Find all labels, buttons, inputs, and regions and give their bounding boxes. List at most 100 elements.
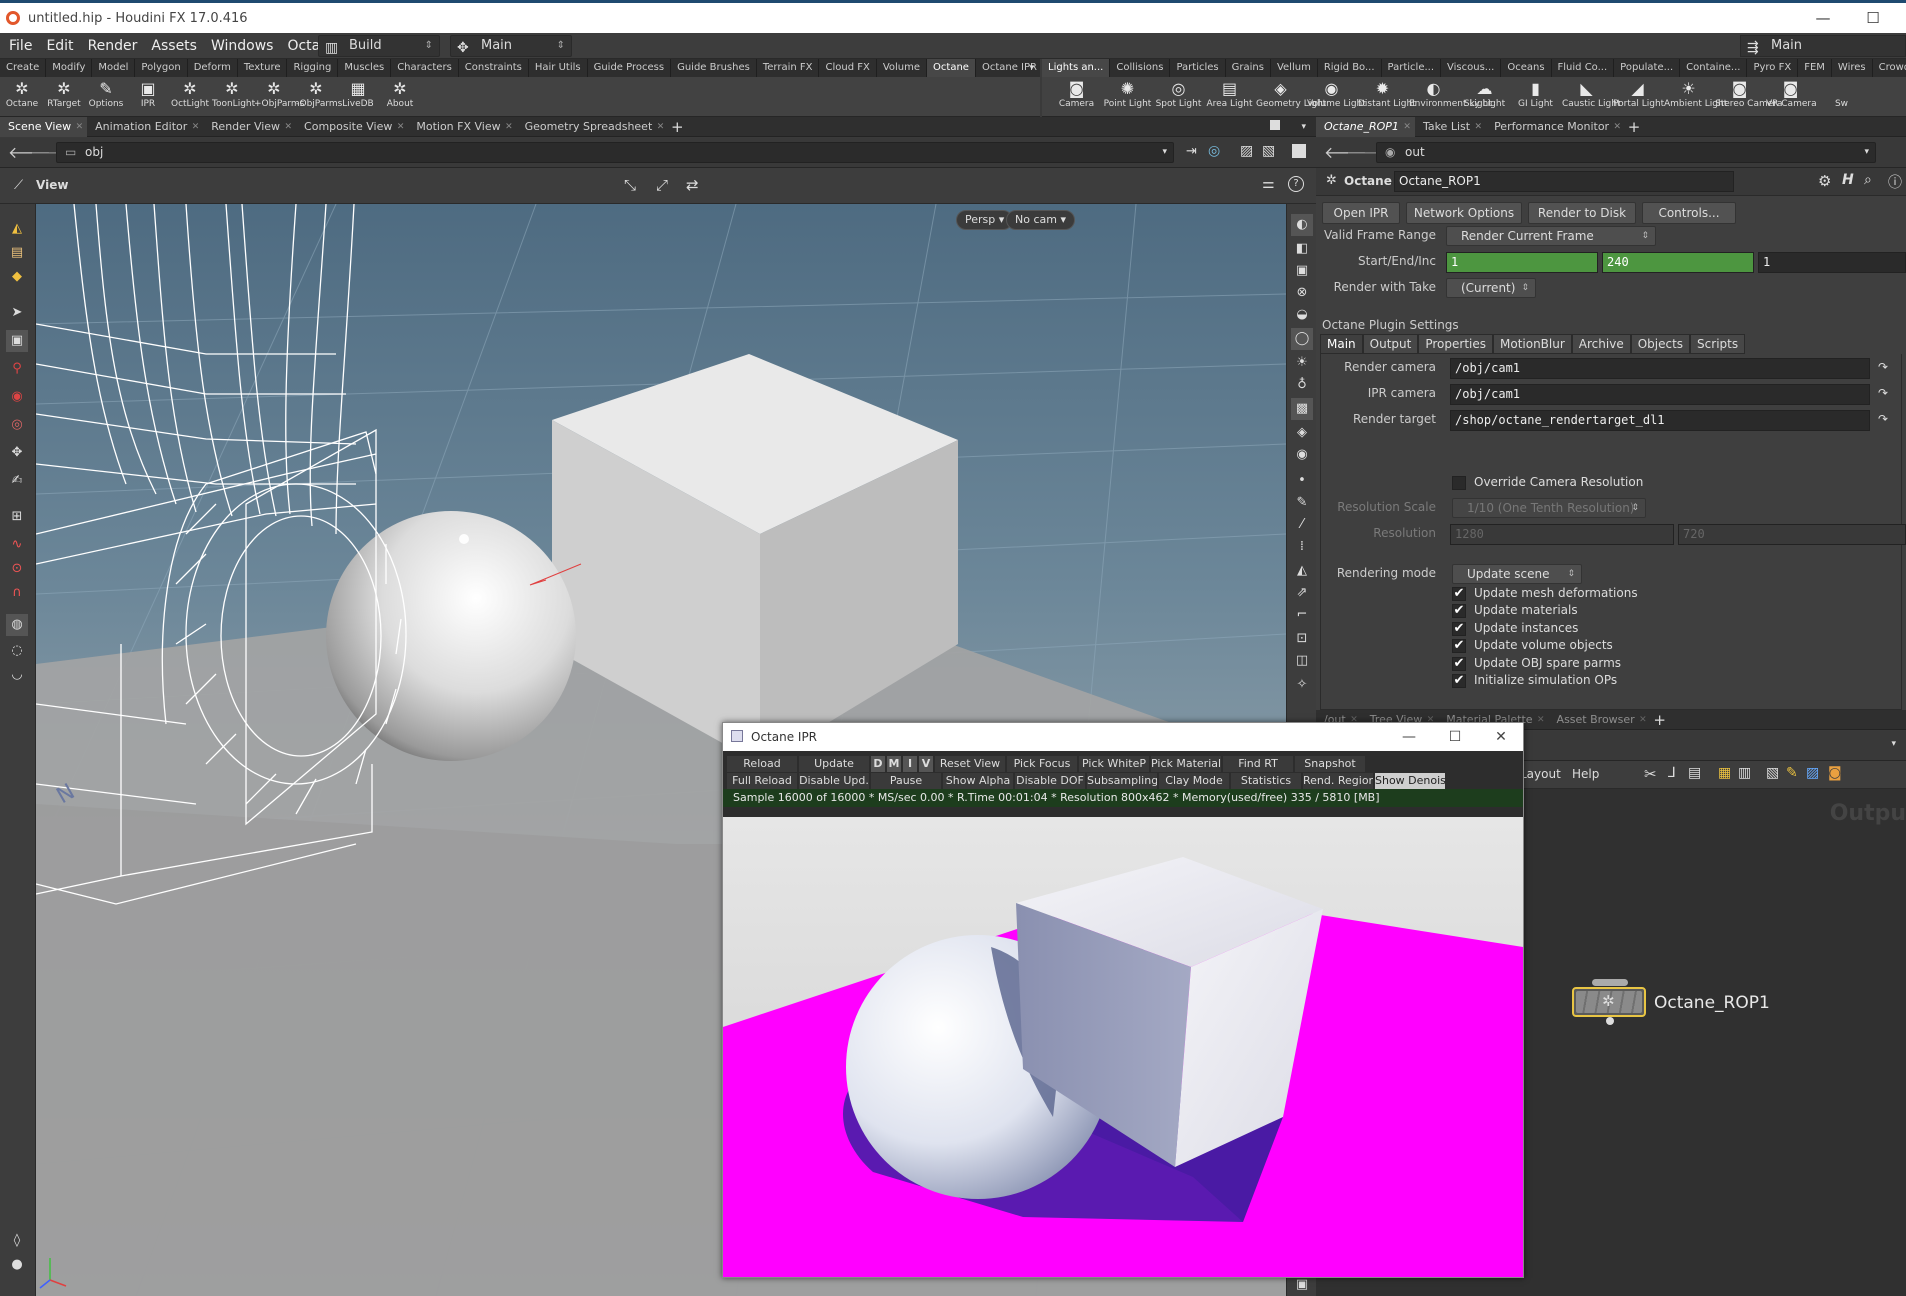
shelf-tool-toonlight[interactable]: ✲ ToonLight: [212, 77, 255, 117]
shelf-tab-lights-an[interactable]: Lights an...: [1042, 59, 1111, 77]
shelf-tool-portal-light[interactable]: ◢ Portal Light: [1613, 77, 1664, 117]
shelf-tab-terrain-fx[interactable]: Terrain FX: [757, 59, 820, 77]
node-chooser-icon[interactable]: ↷: [1878, 386, 1888, 400]
vector-icon[interactable]: ⇗: [1291, 582, 1313, 604]
camera-view-icon[interactable]: ◌: [6, 640, 28, 662]
screen-icon[interactable]: ◫: [1291, 650, 1313, 672]
close-tab-icon[interactable]: ✕: [1639, 710, 1647, 730]
rotate-tool-icon[interactable]: ◎: [6, 414, 28, 436]
checkbox-update-volume-objects[interactable]: ✔: [1452, 639, 1466, 654]
display-point-icon[interactable]: ◈: [1291, 422, 1313, 444]
close-tab-icon[interactable]: ✕: [192, 117, 200, 137]
view-tool-icon[interactable]: ⟋: [14, 178, 23, 193]
ipr-pick-material-button[interactable]: Pick Material: [1151, 756, 1221, 772]
tools-icon[interactable]: ✂: [1644, 765, 1657, 783]
ipr-disable-dof-button[interactable]: Disable DOF: [1015, 773, 1085, 789]
shelf-tab-deform[interactable]: Deform: [188, 59, 238, 77]
lock-camera-icon[interactable]: ▣: [1291, 260, 1313, 282]
minimize-icon[interactable]: —: [1808, 7, 1838, 29]
network-tab-asset-browser[interactable]: Asset Browser ✕: [1549, 710, 1651, 730]
shelf-tab-characters[interactable]: Characters: [391, 59, 459, 77]
pen-icon[interactable]: ✎: [1291, 492, 1313, 514]
ipr-reload-button[interactable]: Reload: [727, 756, 797, 772]
ipr-full-reload-button[interactable]: Full Reload: [727, 773, 797, 789]
menu-windows[interactable]: Windows: [204, 38, 281, 54]
path-dropdown-icon[interactable]: ▾: [1891, 739, 1896, 749]
checkbox-update-materials[interactable]: ✔: [1452, 604, 1466, 619]
subtab-output[interactable]: Output: [1362, 334, 1419, 354]
ipr-reset-view-button[interactable]: Reset View: [935, 756, 1005, 772]
shelf-tab-grains[interactable]: Grains: [1226, 59, 1271, 77]
shelf-tool-options[interactable]: ✎ Options: [86, 77, 126, 117]
shelf-tab-containe[interactable]: Containe...: [1680, 59, 1748, 77]
ipr-update-button[interactable]: Update: [799, 756, 869, 772]
param-tab-take-list[interactable]: Take List ✕: [1415, 117, 1486, 137]
ipr-minimize-icon[interactable]: —: [1389, 723, 1429, 751]
ipr-subsampling-button[interactable]: Subsampling: [1087, 773, 1157, 789]
add-network-tab-icon[interactable]: +: [1651, 710, 1669, 730]
select-icon[interactable]: ◭: [6, 218, 28, 240]
shelf-tool-objparms[interactable]: ✲ -ObjParms: [296, 77, 342, 117]
subtab-archive[interactable]: Archive: [1571, 334, 1631, 354]
view-options-icon[interactable]: ▧: [1262, 143, 1275, 159]
shelf-tab-guide-brushes[interactable]: Guide Brushes: [671, 59, 757, 77]
pane-tab-render-view[interactable]: Render View ✕: [203, 117, 296, 137]
start-frame-field[interactable]: 1: [1446, 252, 1598, 273]
lighting-icon[interactable]: ◯: [1291, 328, 1313, 350]
bowl-icon[interactable]: ◡: [6, 664, 28, 686]
help-icon[interactable]: ?: [1288, 176, 1304, 192]
shelf-tab-rigging[interactable]: Rigging: [287, 59, 339, 77]
magnet-icon[interactable]: ∩: [6, 582, 28, 604]
shelf-tab-vellum[interactable]: Vellum: [1271, 59, 1318, 77]
shadow-icon[interactable]: ▩: [1291, 398, 1313, 420]
shelf-tab-pyro-fx[interactable]: Pyro FX: [1747, 59, 1799, 77]
controls-button[interactable]: Controls...: [1642, 202, 1736, 224]
ipr-disable-upd-button[interactable]: Disable Upd.: [799, 773, 869, 789]
move-tool-icon[interactable]: ◉: [6, 386, 28, 408]
render-camera-field[interactable]: /obj/cam1: [1450, 358, 1870, 379]
checkbox-update-obj-spare-parms[interactable]: ✔: [1452, 656, 1466, 671]
subtab-objects[interactable]: Objects: [1630, 334, 1691, 354]
path-dropdown-icon[interactable]: ▾: [1864, 143, 1869, 162]
shading-icon[interactable]: ◒: [1291, 304, 1313, 326]
viewport-path-field[interactable]: ▭ obj ▾: [56, 142, 1174, 163]
persp-menu-button[interactable]: Persp ▾: [956, 210, 1014, 230]
help-h-icon[interactable]: H: [1842, 172, 1854, 188]
ipr-d-button[interactable]: D: [871, 756, 885, 772]
ipr-m-button[interactable]: M: [887, 756, 901, 772]
headlight-icon[interactable]: ☀: [1291, 352, 1313, 374]
shelf-tool-ambient-light[interactable]: ☀ Ambient Light: [1664, 77, 1727, 117]
render-target-field[interactable]: /shop/octane_rendertarget_dl1: [1450, 410, 1870, 431]
shelf-tool-geometry-light[interactable]: ◈ Geometry Light: [1256, 77, 1326, 117]
menu-assets[interactable]: Assets: [144, 38, 204, 54]
close-tab-icon[interactable]: ✕: [1403, 117, 1411, 137]
world-space-icon[interactable]: ◍: [6, 614, 28, 636]
shelf-tool-volume-light[interactable]: ◉ Volume Light: [1307, 77, 1366, 117]
desktop-right-selector[interactable]: ✥ Main ⇕: [450, 35, 572, 57]
link-icon[interactable]: ◎: [1208, 143, 1220, 159]
close-tab-icon[interactable]: ✕: [397, 117, 405, 137]
shelf-tool-vr-camera[interactable]: ◙ VR Camera: [1766, 77, 1817, 117]
shelf-menu-icon[interactable]: ▾: [1029, 59, 1034, 77]
snap-point-icon[interactable]: ⊙: [6, 558, 28, 580]
node-name-field[interactable]: Octane_ROP1: [1394, 171, 1734, 192]
shelf-tab-particle[interactable]: Particle...: [1382, 59, 1442, 77]
dot-icon[interactable]: •: [1291, 470, 1313, 492]
display-normal-icon[interactable]: ◉: [1291, 444, 1313, 466]
shelf-tab-polygon[interactable]: Polygon: [135, 59, 188, 77]
inc-field[interactable]: 1: [1758, 252, 1906, 273]
shelf-tab-wires[interactable]: Wires: [1832, 59, 1873, 77]
ipr-pause-button[interactable]: Pause: [871, 773, 941, 789]
shelf-tab-octane[interactable]: Octane: [927, 59, 976, 77]
shelf-tool-stereo-camera[interactable]: ◙ Stereo Camera: [1715, 77, 1783, 117]
subtab-scripts[interactable]: Scripts: [1690, 334, 1746, 354]
shelf-tool-spot-light[interactable]: ◎ Spot Light: [1154, 77, 1203, 117]
close-tab-icon[interactable]: ✕: [1537, 710, 1545, 730]
ipr-camera-field[interactable]: /obj/cam1: [1450, 384, 1870, 405]
pane-menu-icon[interactable]: ▾: [1301, 117, 1306, 137]
transform-tool-icon[interactable]: ⇄: [686, 176, 699, 194]
subtab-properties[interactable]: Properties: [1418, 334, 1493, 354]
maximize-icon[interactable]: ☐: [1858, 7, 1888, 29]
corner-icon[interactable]: ⌐: [1291, 604, 1313, 626]
param-tab-performance-monitor[interactable]: Performance Monitor ✕: [1486, 117, 1625, 137]
